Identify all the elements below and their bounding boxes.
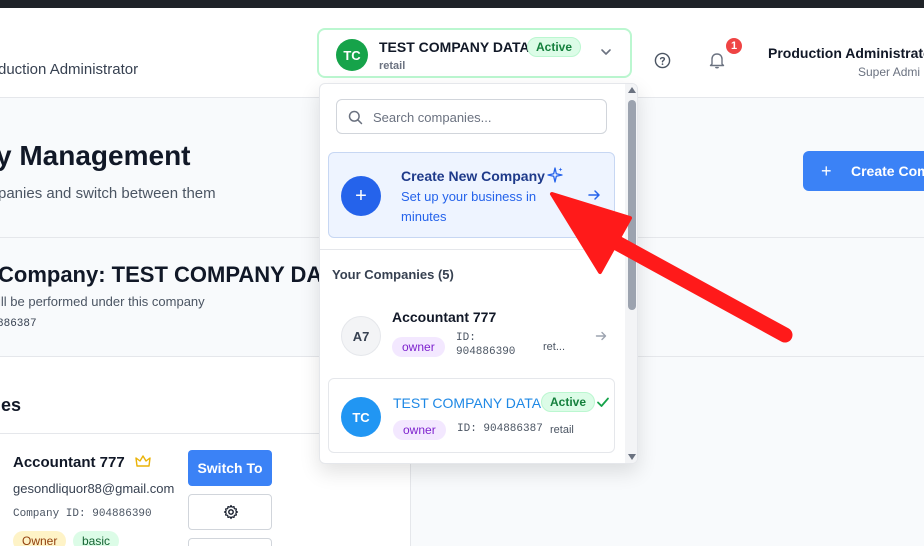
role-badge: owner [393,420,446,440]
dropdown-scrollbar[interactable] [625,84,637,463]
page-title: y Management [0,140,191,171]
company-list-item-active[interactable]: TC TEST COMPANY DATA Active owner ID: 90… [328,378,615,453]
status-badge: Active [527,37,582,57]
page-subtitle: panies and switch between them [0,185,216,202]
create-new-company-description: Set up your business in minutes [401,189,537,224]
header-user-title: duction Administrator [0,61,139,78]
plus-icon: + [341,176,381,216]
bell-icon[interactable] [708,51,726,69]
company-item-category: retail [550,424,574,436]
scroll-thumb[interactable] [628,100,636,310]
help-icon[interactable] [654,52,671,69]
current-company-note: ill be performed under this company [0,294,205,309]
window-top-strip [0,0,924,8]
company-settings-button[interactable] [188,494,272,530]
companies-heading: ies [0,395,22,415]
create-new-company-option[interactable]: + Create New Company Set up your busines… [328,152,615,238]
company-item-id: ID: 904886390 [456,332,516,358]
company-card-email: gesondliquor88@gmail.com [13,481,175,496]
gear-icon [223,504,239,520]
create-new-company-title: Create New Company [401,168,545,184]
current-company-title: Company: TEST COMPANY DAT [0,262,335,287]
create-company-button-label: Create Com [851,163,924,179]
role-badge: owner [392,337,445,357]
company-item-id: ID: 904886387 [457,423,543,435]
company-avatar: TC [341,397,381,437]
status-badge: Active [541,392,596,412]
company-dropdown: + Create New Company Set up your busines… [319,83,638,464]
role-tag: Owner [13,531,67,546]
company-item-category: ret... [543,341,566,353]
plus-icon: + [821,161,832,181]
company-avatar: A7 [341,316,381,356]
company-switcher-name: TEST COMPANY DATA [379,39,530,55]
current-company-id: 886387 [0,318,37,330]
check-icon [597,397,609,407]
company-list-item[interactable]: A7 Accountant 777 owner ID: 904886390 re… [328,304,615,368]
search-input[interactable] [373,108,598,126]
company-avatar: TC [336,39,368,71]
company-switcher-category: retail [379,60,406,72]
company-item-name: TEST COMPANY DATA [393,395,542,411]
arrow-right-icon [588,190,600,200]
scroll-up-arrow[interactable] [628,87,636,93]
divider [320,249,625,250]
company-item-name: Accountant 777 [392,309,497,325]
notification-count-badge: 1 [724,36,744,56]
switch-to-button[interactable]: Switch To [188,450,272,486]
arrow-right-icon [595,331,607,341]
user-role: Super Admi [858,65,921,79]
company-action-button[interactable] [188,538,272,546]
user-name[interactable]: Production Administrator [768,45,924,61]
chevron-down-icon [601,49,611,55]
company-card-name: Accountant 777 [13,454,125,471]
company-switcher[interactable]: TC TEST COMPANY DATA Active retail [317,28,632,78]
sparkle-icon [547,167,563,183]
company-card-id: Company ID: 904886390 [13,508,152,520]
search-box[interactable] [336,99,607,134]
create-company-button[interactable]: + Create Com [803,151,924,191]
search-icon [348,110,363,125]
crown-icon [135,455,151,467]
scroll-down-arrow[interactable] [628,454,636,460]
plan-tag: basic [73,531,120,546]
your-companies-label: Your Companies (5) [332,267,454,282]
